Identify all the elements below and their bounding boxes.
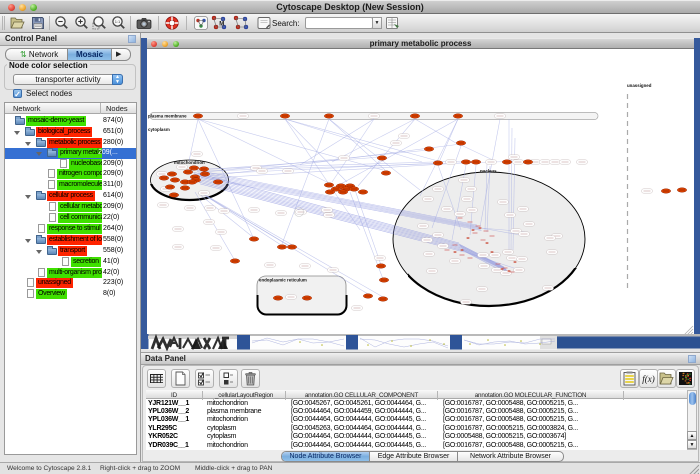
svg-text:unassigned: unassigned <box>627 83 652 88</box>
svg-text:f(x): f(x) <box>642 374 655 384</box>
svg-text:M: M <box>219 22 224 28</box>
svg-text:1:1: 1:1 <box>115 19 121 24</box>
svg-text:mitochondrion: mitochondrion <box>174 160 205 165</box>
svg-text:plasma membrane: plasma membrane <box>148 114 187 119</box>
svg-text:endoplasmic reticulum: endoplasmic reticulum <box>259 278 307 283</box>
svg-text:nucleus: nucleus <box>480 169 497 174</box>
svg-text:cytoplasm: cytoplasm <box>148 127 170 132</box>
